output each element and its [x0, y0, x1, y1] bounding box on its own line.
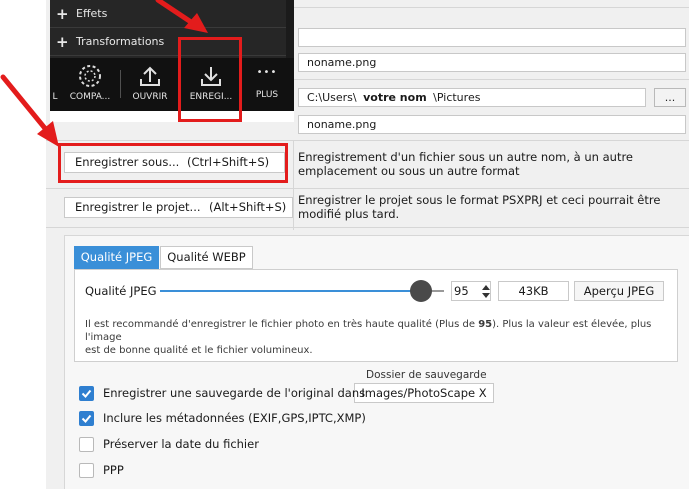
- annotation-arrow-icon: [0, 74, 59, 147]
- annotation-arrows: [0, 0, 208, 147]
- annotation-arrow-icon: [155, 0, 208, 33]
